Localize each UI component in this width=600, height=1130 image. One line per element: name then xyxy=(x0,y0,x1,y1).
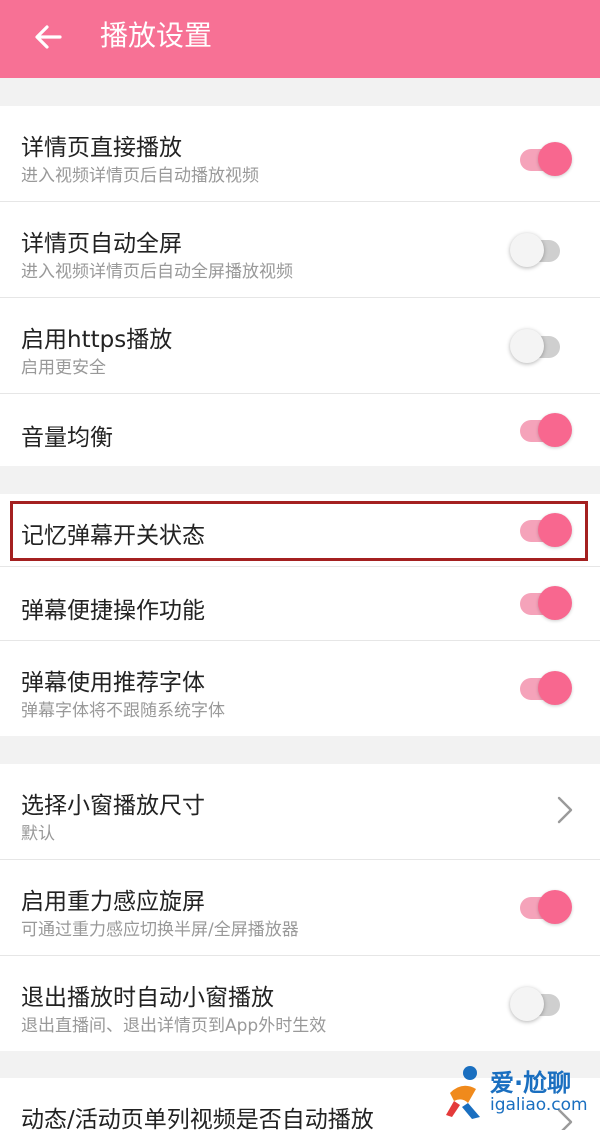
setting-label: 启用https播放 xyxy=(21,327,173,353)
toggle-switch[interactable] xyxy=(518,583,574,623)
setting-description: 弹幕字体将不跟随系统字体 xyxy=(21,701,225,721)
setting-label: 详情页自动全屏 xyxy=(21,231,182,257)
setting-label: 退出播放时自动小窗播放 xyxy=(21,985,274,1011)
setting-row-remember-danmaku[interactable]: 记忆弹幕开关状态 xyxy=(0,494,600,566)
watermark: 爱·尬聊 igaliao.com xyxy=(440,1063,600,1123)
toggle-knob xyxy=(538,586,572,620)
setting-label: 弹幕便捷操作功能 xyxy=(21,598,205,624)
setting-description: 进入视频详情页后自动全屏播放视频 xyxy=(21,262,293,282)
toggle-switch[interactable] xyxy=(518,139,574,179)
watermark-title: 爱·尬聊 xyxy=(490,1069,572,1097)
toggle-switch[interactable] xyxy=(518,887,574,927)
toggle-switch[interactable] xyxy=(510,326,566,366)
arrow-left-icon xyxy=(35,25,62,49)
setting-row-detail-autoplay[interactable]: 详情页直接播放 进入视频详情页后自动播放视频 xyxy=(0,106,600,201)
toggle-knob xyxy=(538,413,572,447)
runner-logo-icon xyxy=(446,1066,480,1119)
setting-description: 可通过重力感应切换半屏/全屏播放器 xyxy=(21,920,299,940)
app-bar: 播放设置 xyxy=(0,0,600,78)
toggle-knob xyxy=(538,890,572,924)
setting-label: 动态/活动页单列视频是否自动播放 xyxy=(21,1107,374,1130)
toggle-knob xyxy=(510,987,544,1021)
setting-label: 弹幕使用推荐字体 xyxy=(21,670,205,696)
setting-description: 默认 xyxy=(21,824,55,844)
toggle-switch[interactable] xyxy=(518,510,574,550)
setting-label: 记忆弹幕开关状态 xyxy=(21,523,205,549)
watermark-url: igaliao.com xyxy=(490,1095,588,1115)
setting-row-detail-fullscreen[interactable]: 详情页自动全屏 进入视频详情页后自动全屏播放视频 xyxy=(0,202,600,297)
toggle-knob xyxy=(538,142,572,176)
toggle-switch[interactable] xyxy=(510,230,566,270)
setting-label: 选择小窗播放尺寸 xyxy=(21,793,205,819)
setting-description: 退出直播间、退出详情页到App外时生效 xyxy=(21,1016,327,1036)
setting-label: 详情页直接播放 xyxy=(21,135,182,161)
toggle-switch[interactable] xyxy=(510,984,566,1024)
toggle-knob xyxy=(538,671,572,705)
setting-row-https[interactable]: 启用https播放 启用更安全 xyxy=(0,298,600,393)
setting-row-exit-mini-window[interactable]: 退出播放时自动小窗播放 退出直播间、退出详情页到App外时生效 xyxy=(0,956,600,1051)
chevron-right-icon[interactable] xyxy=(553,794,577,826)
setting-label: 音量均衡 xyxy=(21,425,113,451)
toggle-knob xyxy=(538,513,572,547)
setting-description: 启用更安全 xyxy=(21,358,106,378)
back-button[interactable] xyxy=(28,17,68,57)
setting-row-mini-window-size[interactable]: 选择小窗播放尺寸 默认 xyxy=(0,764,600,859)
toggle-knob xyxy=(510,233,544,267)
toggle-knob xyxy=(510,329,544,363)
toggle-switch[interactable] xyxy=(518,668,574,708)
setting-row-danmaku-font[interactable]: 弹幕使用推荐字体 弹幕字体将不跟随系统字体 xyxy=(0,641,600,736)
toggle-switch[interactable] xyxy=(518,410,574,450)
setting-row-danmaku-shortcut[interactable]: 弹幕便捷操作功能 xyxy=(0,567,600,640)
setting-description: 进入视频详情页后自动播放视频 xyxy=(21,166,259,186)
setting-row-gravity-rotate[interactable]: 启用重力感应旋屏 可通过重力感应切换半屏/全屏播放器 xyxy=(0,860,600,955)
setting-label: 启用重力感应旋屏 xyxy=(21,889,205,915)
setting-row-volume-balance[interactable]: 音量均衡 xyxy=(0,394,600,466)
page-title: 播放设置 xyxy=(100,19,213,52)
